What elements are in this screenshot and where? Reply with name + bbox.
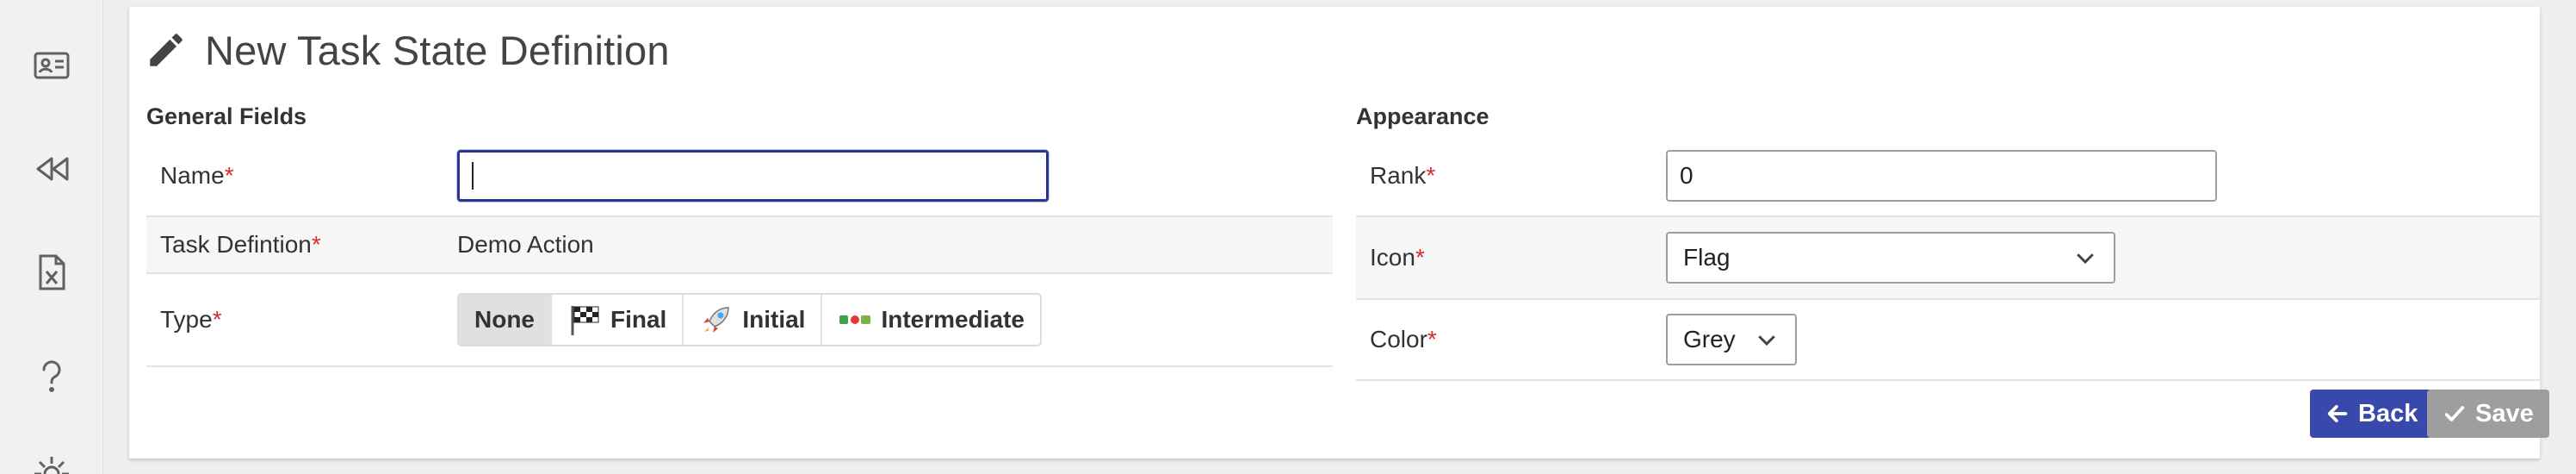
- rank-input[interactable]: 0: [1666, 150, 2217, 202]
- sidebar: [0, 0, 103, 474]
- name-row: Name*: [146, 136, 1333, 217]
- check-icon: [2444, 406, 2465, 421]
- general-fields-heading: General Fields: [146, 103, 307, 129]
- pencil-icon: [150, 34, 183, 66]
- name-input[interactable]: [457, 150, 1049, 202]
- status-dots-icon: [839, 315, 871, 324]
- checkered-flag-icon: [571, 306, 599, 335]
- type-selector: None Final Initial Intermediate: [457, 293, 1042, 346]
- color-label: Color*: [1370, 326, 1437, 352]
- back-button[interactable]: Back: [2310, 390, 2434, 438]
- excel-file-icon[interactable]: [31, 252, 72, 293]
- task-definition-value: Demo Action: [457, 231, 594, 258]
- type-option-intermediate[interactable]: Intermediate: [822, 295, 1040, 345]
- save-button[interactable]: Save: [2427, 390, 2549, 438]
- rocket-icon: [703, 307, 730, 333]
- icon-label: Icon*: [1370, 244, 1425, 271]
- type-option-final[interactable]: Final: [552, 295, 684, 345]
- type-option-initial[interactable]: Initial: [684, 295, 823, 345]
- help-icon[interactable]: [31, 355, 72, 396]
- rank-label: Rank*: [1370, 162, 1436, 189]
- icon-row: Icon* Flag: [1356, 217, 2540, 300]
- task-definition-row: Task Defintion* Demo Action: [146, 217, 1333, 274]
- text-caret: [472, 162, 474, 190]
- rewind-icon[interactable]: [31, 148, 72, 190]
- settings-icon[interactable]: [31, 453, 72, 474]
- appearance-heading: Appearance: [1356, 103, 1489, 129]
- arrow-left-icon: [2327, 404, 2348, 423]
- page-header: New Task State Definition: [145, 24, 670, 76]
- page-title: New Task State Definition: [205, 27, 670, 73]
- type-label: Type*: [160, 306, 222, 333]
- form-panel: New Task State Definition General Fields…: [129, 7, 2549, 458]
- color-select[interactable]: Grey: [1666, 314, 1797, 365]
- chevron-down-icon: [2077, 253, 2094, 265]
- chevron-down-icon: [1758, 335, 1775, 346]
- type-option-none[interactable]: None: [459, 295, 552, 345]
- type-row: Type* None Final Initial Intermediate: [146, 274, 1333, 367]
- rank-row: Rank* 0: [1356, 136, 2540, 217]
- task-definition-label: Task Defintion*: [160, 231, 321, 258]
- name-label: Name*: [160, 162, 234, 189]
- icon-select[interactable]: Flag: [1666, 232, 2115, 284]
- contact-card-icon[interactable]: [31, 45, 72, 86]
- color-row: Color* Grey: [1356, 300, 2540, 381]
